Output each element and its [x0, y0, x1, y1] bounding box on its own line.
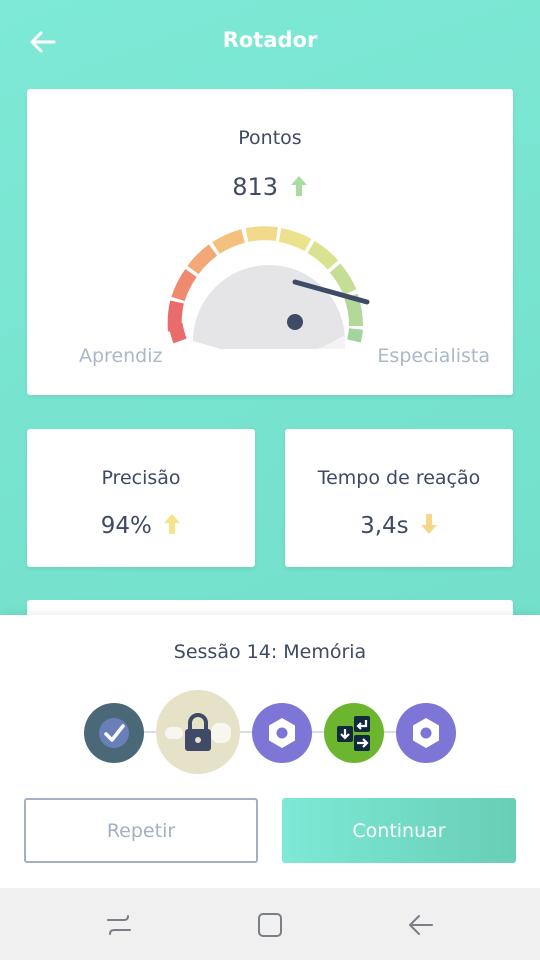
- score-card: Pontos 813 Aprendiz Especialista: [27, 89, 513, 395]
- game-hexagon-1[interactable]: [252, 703, 312, 763]
- check-icon: [99, 718, 129, 748]
- gauge-segment: [245, 226, 278, 242]
- home-button[interactable]: [255, 910, 285, 940]
- gauge-segment: [171, 268, 197, 302]
- reaction-time-value: 3,4s: [360, 513, 409, 539]
- session-title: Sessão 14: Memória: [173, 641, 367, 663]
- trend-up-icon: [290, 176, 307, 196]
- gauge-segment: [187, 244, 218, 275]
- gauge-segment: [212, 229, 246, 255]
- arrows-icon: [337, 716, 370, 751]
- back-icon: [409, 915, 433, 935]
- home-icon: [258, 913, 282, 937]
- repeat-button[interactable]: Repetir: [24, 798, 258, 863]
- recent-apps-button[interactable]: [104, 910, 134, 940]
- gauge-max-label: Especialista: [377, 345, 490, 367]
- score-gauge: [167, 226, 370, 349]
- page-title: Rotador: [222, 28, 318, 52]
- hexagon-icon: [413, 718, 439, 748]
- game-completed[interactable]: [84, 703, 144, 763]
- game-arrows[interactable]: [324, 703, 384, 763]
- top-bar: Rotador: [0, 0, 540, 86]
- score-value-row: 813: [27, 173, 513, 201]
- trend-down-icon: [420, 514, 437, 534]
- gauge-segment: [278, 228, 312, 252]
- system-nav-bar: [0, 888, 540, 960]
- system-back-button[interactable]: [406, 910, 436, 940]
- gauge-segment: [167, 300, 184, 332]
- score-value: 813: [232, 173, 279, 201]
- accuracy-value-row: 94%: [27, 513, 255, 539]
- reaction-time-label: Tempo de reação: [317, 467, 481, 489]
- recent-apps-icon: [107, 915, 131, 935]
- reaction-time-value-row: 3,4s: [285, 513, 513, 539]
- lock-icon: [165, 713, 231, 751]
- reaction-time-card: Tempo de reação 3,4s: [285, 429, 513, 567]
- session-sheet: Sessão 14: Memória Repetir Continuar: [0, 615, 540, 888]
- game-hexagon-2[interactable]: [396, 703, 456, 763]
- gauge-min-label: Aprendiz: [79, 345, 163, 367]
- trend-up-icon: [164, 514, 181, 534]
- gauge-segment: [329, 263, 357, 295]
- accuracy-label: Precisão: [101, 467, 181, 489]
- accuracy-value: 94%: [100, 513, 152, 539]
- game-locked[interactable]: [156, 690, 240, 774]
- session-games-row: [0, 687, 540, 777]
- score-label: Pontos: [238, 127, 302, 149]
- hexagon-icon: [269, 718, 295, 748]
- gauge-segment: [307, 240, 339, 270]
- accuracy-card: Precisão 94%: [27, 429, 255, 567]
- continue-button[interactable]: Continuar: [282, 798, 516, 863]
